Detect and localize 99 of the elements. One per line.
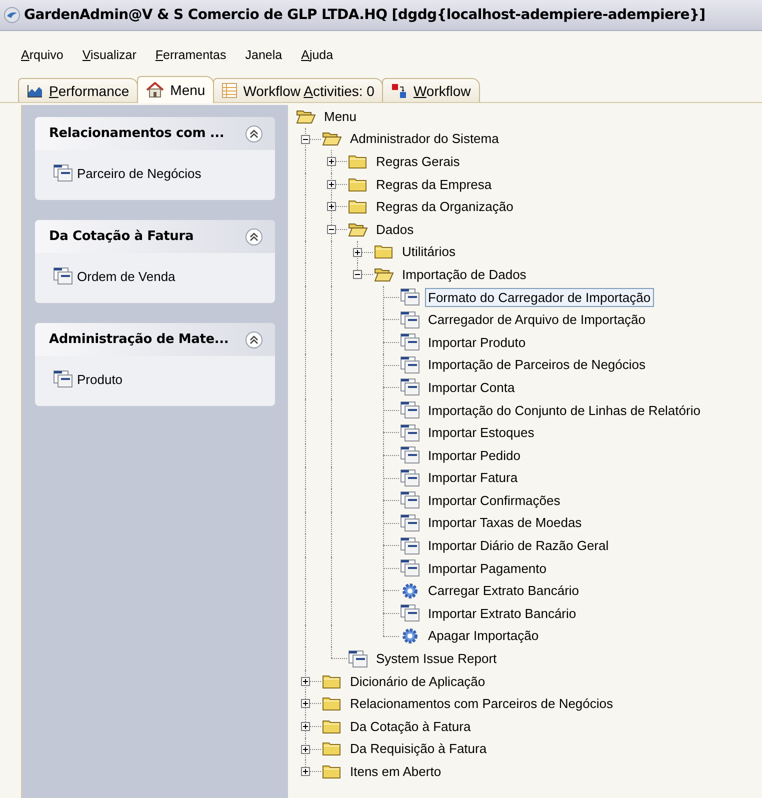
menu-item[interactable]: Ferramentas bbox=[155, 48, 226, 62]
expander-icon[interactable] bbox=[353, 270, 362, 280]
folder-icon bbox=[322, 718, 342, 734]
expander-icon[interactable] bbox=[301, 722, 310, 732]
menu-item[interactable]: Arquivo bbox=[21, 48, 64, 62]
workflow-icon bbox=[391, 82, 408, 98]
tree-node[interactable]: Importar Estoques bbox=[425, 423, 538, 442]
expander-icon[interactable] bbox=[353, 248, 362, 257]
tree-node[interactable]: Importação de Dados bbox=[399, 264, 530, 284]
window-icon bbox=[400, 356, 420, 374]
collapse-icon[interactable] bbox=[245, 124, 263, 142]
tree-node[interactable]: Importar Fatura bbox=[425, 468, 521, 488]
tree-node[interactable]: Relacionamentos com Parceiros de Negócios bbox=[347, 694, 616, 714]
gear-icon bbox=[400, 626, 420, 645]
table-icon bbox=[222, 83, 238, 98]
menu-item[interactable]: Visualizar bbox=[82, 48, 136, 62]
expander-icon[interactable] bbox=[327, 180, 336, 189]
menu-item[interactable]: Ajuda bbox=[301, 48, 334, 62]
window-icon bbox=[400, 491, 420, 510]
tab[interactable]: Menu bbox=[137, 76, 214, 103]
folder-icon bbox=[322, 764, 342, 780]
tree-node[interactable]: Formato do Carregador de Importação bbox=[425, 288, 654, 307]
tree-node[interactable]: Apagar Importação bbox=[425, 626, 542, 646]
window-icon bbox=[400, 333, 420, 352]
window-icon bbox=[400, 604, 420, 622]
expander-icon[interactable] bbox=[301, 699, 310, 708]
expander-icon[interactable] bbox=[301, 744, 310, 754]
tree-node[interactable]: Importar Conta bbox=[425, 378, 518, 397]
tree-node[interactable]: Importar Pedido bbox=[425, 446, 524, 465]
folder-icon bbox=[348, 199, 368, 214]
open-folder-icon bbox=[348, 222, 368, 237]
window-title: GardenAdmin@V & S Comercio de GLP LTDA.HQ [dgdg{localhost-adempiere-adempiere}] bbox=[24, 7, 706, 23]
tree-node[interactable]: Regras da Empresa bbox=[373, 174, 495, 194]
tree-node[interactable]: Carregar Extrato Bancário bbox=[425, 581, 582, 600]
tree-node[interactable]: Importar Diário de Razão Geral bbox=[425, 536, 612, 556]
expander-icon[interactable] bbox=[301, 134, 310, 144]
window-icon bbox=[400, 536, 420, 555]
tree-node[interactable]: Dados bbox=[373, 220, 417, 239]
window-icon bbox=[400, 514, 420, 532]
chart-icon bbox=[27, 84, 43, 98]
tab[interactable]: Workflow Activities: 0 bbox=[213, 78, 384, 102]
open-folder-icon bbox=[322, 131, 342, 146]
expander-icon[interactable] bbox=[327, 157, 336, 166]
tree-node[interactable]: Importar Confirmações bbox=[425, 490, 564, 510]
tree-node[interactable]: Importação do Conjunto de Linhas de Relatório bbox=[425, 400, 704, 420]
folder-icon bbox=[348, 154, 368, 169]
window-icon bbox=[53, 164, 73, 182]
folder-icon bbox=[322, 696, 342, 712]
tree-node[interactable]: Importação de Parceiros de Negócios bbox=[425, 355, 649, 374]
tree-node[interactable]: Da Cotação à Fatura bbox=[347, 716, 474, 736]
card-title: Administração de Mate... bbox=[49, 332, 229, 347]
expander-icon[interactable] bbox=[327, 202, 336, 212]
expander-icon[interactable] bbox=[301, 767, 310, 776]
card-title: Da Cotação à Fatura bbox=[49, 229, 194, 244]
window-icon bbox=[400, 310, 420, 329]
tree-node[interactable]: Dicionário de Aplicação bbox=[347, 672, 488, 691]
window-icon bbox=[400, 424, 420, 442]
shortcut-item[interactable]: Produto bbox=[53, 370, 257, 388]
gear-icon bbox=[400, 582, 420, 600]
tab[interactable]: Workflow bbox=[382, 78, 480, 102]
tree-node[interactable]: Importar Taxas de Moedas bbox=[425, 513, 585, 532]
card-title: Relacionamentos com ... bbox=[49, 126, 224, 141]
tree-node[interactable]: Carregador de Arquivo de Importação bbox=[425, 310, 649, 330]
tree-node[interactable]: Importar Pagamento bbox=[425, 558, 550, 578]
window-icon bbox=[400, 288, 420, 306]
window-icon bbox=[400, 468, 420, 487]
folder-icon bbox=[322, 674, 342, 689]
window-icon bbox=[53, 370, 73, 388]
tree-node[interactable]: Utilitários bbox=[399, 242, 458, 262]
tab[interactable]: Performance bbox=[18, 78, 138, 102]
expander-icon[interactable] bbox=[327, 224, 336, 234]
window-icon bbox=[400, 378, 420, 396]
tree-node[interactable]: Importar Produto bbox=[425, 332, 529, 352]
shortcut-item[interactable]: Parceiro de Negócios bbox=[53, 164, 257, 182]
tree-node[interactable]: Menu bbox=[321, 106, 360, 126]
window-icon bbox=[348, 650, 368, 668]
tree-node[interactable]: Regras Gerais bbox=[373, 152, 463, 171]
tree-node[interactable]: Itens em Aberto bbox=[347, 762, 444, 782]
tree-node[interactable]: Administrador do Sistema bbox=[347, 129, 502, 148]
shortcut-item[interactable]: Ordem de Venda bbox=[53, 267, 257, 285]
collapse-icon[interactable] bbox=[245, 330, 263, 348]
window-icon bbox=[53, 267, 73, 285]
window-icon bbox=[400, 559, 420, 578]
open-folder-icon bbox=[374, 266, 394, 282]
expander-icon[interactable] bbox=[301, 676, 310, 686]
tree-node[interactable]: Da Requisição à Fatura bbox=[347, 739, 490, 758]
home-icon bbox=[146, 82, 164, 98]
open-folder-icon bbox=[296, 108, 316, 124]
tree-node[interactable]: Importar Extrato Bancário bbox=[425, 604, 580, 623]
folder-icon bbox=[374, 244, 394, 260]
folder-icon bbox=[348, 176, 368, 192]
app-icon bbox=[4, 7, 20, 23]
collapse-icon[interactable] bbox=[245, 228, 263, 246]
tree-node[interactable]: Regras da Organização bbox=[373, 197, 516, 216]
tree-node[interactable]: System Issue Report bbox=[373, 649, 500, 668]
menu-item[interactable]: Janela bbox=[245, 48, 282, 62]
folder-icon bbox=[322, 741, 342, 756]
window-icon bbox=[400, 446, 420, 464]
window-icon bbox=[400, 401, 420, 420]
